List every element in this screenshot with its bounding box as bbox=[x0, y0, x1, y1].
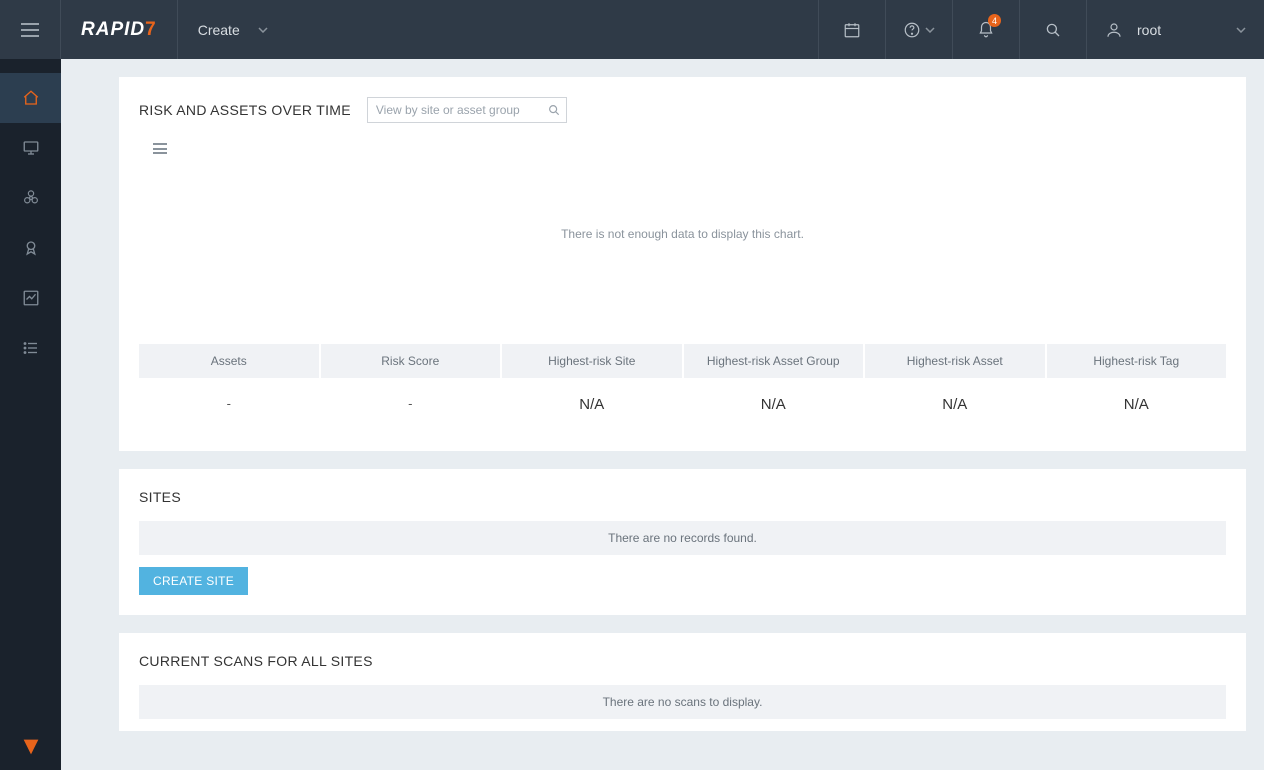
risk-summary-grid: Assets - Risk Score - Highest-risk Site … bbox=[139, 344, 1226, 431]
help-icon bbox=[903, 21, 921, 39]
filter-input-wrap bbox=[367, 97, 567, 123]
risk-assets-panel: RISK AND ASSETS OVER TIME There is not e… bbox=[119, 77, 1246, 451]
notifications-button[interactable]: 4 bbox=[952, 0, 1019, 59]
risk-panel-title: RISK AND ASSETS OVER TIME bbox=[139, 102, 351, 118]
rapid7-mark-icon bbox=[20, 736, 42, 758]
chart-icon bbox=[22, 289, 40, 307]
scans-panel-title: CURRENT SCANS FOR ALL SITES bbox=[139, 653, 1226, 669]
summary-head: Risk Score bbox=[321, 344, 501, 378]
notifications-badge: 4 bbox=[988, 14, 1001, 27]
summary-value: - bbox=[321, 378, 501, 429]
menu-icon bbox=[153, 143, 167, 154]
user-icon bbox=[1105, 21, 1123, 39]
sidebar-item-home[interactable] bbox=[0, 73, 61, 123]
chevron-down-icon bbox=[258, 27, 268, 33]
summary-highest-asset-group: Highest-risk Asset Group N/A bbox=[684, 344, 864, 431]
search-button[interactable] bbox=[1019, 0, 1086, 59]
monitor-icon bbox=[22, 139, 40, 157]
sidebar-item-automation[interactable] bbox=[0, 323, 61, 373]
summary-highest-tag: Highest-risk Tag N/A bbox=[1047, 344, 1227, 431]
summary-highest-site: Highest-risk Site N/A bbox=[502, 344, 682, 431]
summary-value: N/A bbox=[1047, 378, 1227, 431]
scans-panel: CURRENT SCANS FOR ALL SITES There are no… bbox=[119, 633, 1246, 731]
summary-value: N/A bbox=[865, 378, 1045, 431]
chart-menu-button[interactable] bbox=[139, 133, 1226, 154]
sidebar bbox=[0, 59, 61, 770]
sites-panel-title: SITES bbox=[139, 489, 1226, 505]
sidebar-logo bbox=[0, 736, 61, 770]
summary-value: - bbox=[139, 378, 319, 429]
chevron-down-icon bbox=[925, 27, 935, 33]
search-icon[interactable] bbox=[547, 103, 561, 117]
summary-head: Highest-risk Asset Group bbox=[684, 344, 864, 378]
header-right: 4 root bbox=[818, 0, 1264, 59]
brand-logo[interactable]: RAPID7 bbox=[61, 0, 178, 59]
chevron-down-icon bbox=[1236, 27, 1246, 33]
sidebar-item-policies[interactable] bbox=[0, 223, 61, 273]
sites-empty-message: There are no records found. bbox=[139, 521, 1226, 555]
menu-toggle-button[interactable] bbox=[0, 0, 61, 59]
create-site-button[interactable]: CREATE SITE bbox=[139, 567, 248, 595]
calendar-icon bbox=[843, 21, 861, 39]
summary-value: N/A bbox=[502, 378, 682, 431]
create-dropdown[interactable]: Create bbox=[178, 22, 288, 38]
summary-value: N/A bbox=[684, 378, 864, 431]
summary-head: Highest-risk Asset bbox=[865, 344, 1045, 378]
home-icon bbox=[22, 89, 40, 107]
biohazard-icon bbox=[22, 189, 40, 207]
sidebar-item-assets[interactable] bbox=[0, 123, 61, 173]
help-dropdown[interactable] bbox=[885, 0, 952, 59]
user-name: root bbox=[1137, 22, 1222, 38]
summary-head: Assets bbox=[139, 344, 319, 378]
badge-icon bbox=[22, 239, 40, 257]
summary-head: Highest-risk Site bbox=[502, 344, 682, 378]
scans-empty-message: There are no scans to display. bbox=[139, 685, 1226, 719]
list-icon bbox=[22, 339, 40, 357]
summary-highest-asset: Highest-risk Asset N/A bbox=[865, 344, 1045, 431]
filter-input[interactable] bbox=[367, 97, 567, 123]
brand-prefix: RAPID bbox=[81, 19, 145, 40]
summary-assets: Assets - bbox=[139, 344, 319, 431]
chart-empty-message: There is not enough data to display this… bbox=[139, 154, 1226, 314]
search-icon bbox=[1044, 21, 1062, 39]
sites-panel: SITES There are no records found. CREATE… bbox=[119, 469, 1246, 615]
app-header: RAPID7 Create bbox=[0, 0, 1264, 59]
hamburger-icon bbox=[21, 23, 39, 37]
sidebar-item-reports[interactable] bbox=[0, 273, 61, 323]
main-content: RISK AND ASSETS OVER TIME There is not e… bbox=[61, 59, 1264, 770]
calendar-button[interactable] bbox=[818, 0, 885, 59]
sidebar-item-vulnerabilities[interactable] bbox=[0, 173, 61, 223]
create-label: Create bbox=[198, 22, 240, 38]
brand-suffix: 7 bbox=[145, 19, 157, 40]
user-menu[interactable]: root bbox=[1086, 0, 1264, 59]
summary-risk-score: Risk Score - bbox=[321, 344, 501, 431]
summary-head: Highest-risk Tag bbox=[1047, 344, 1227, 378]
